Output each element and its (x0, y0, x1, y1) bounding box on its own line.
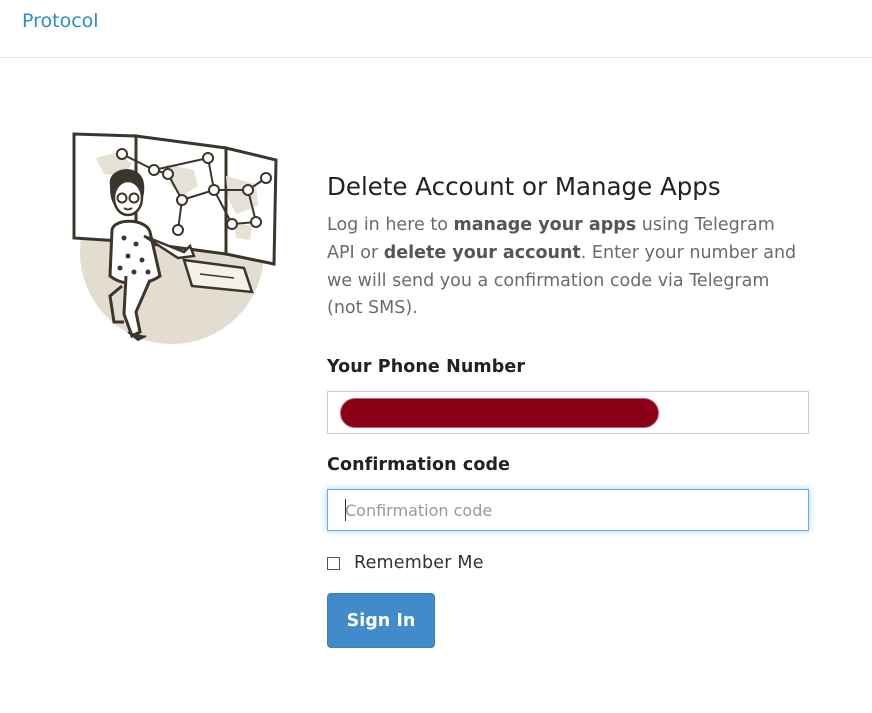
phone-number-label: Your Phone Number (327, 357, 526, 377)
remember-me-label[interactable]: Remember Me (354, 553, 484, 573)
illustration-woman-with-map-icon (72, 132, 278, 344)
login-panel: Delete Account or Manage Apps Log in her… (327, 170, 809, 648)
top-navbar: Protocol (0, 0, 872, 58)
page-title: Delete Account or Manage Apps (327, 172, 721, 201)
confirmation-code-label: Confirmation code (327, 455, 511, 475)
intro-text-part1: Log in here to (327, 215, 454, 235)
redacted-phone-number (340, 398, 659, 428)
intro-text-manage-apps: manage your apps (453, 215, 637, 235)
intro-text: Log in here to manage your apps using Te… (327, 212, 807, 323)
confirmation-code-input[interactable] (327, 489, 809, 531)
text-cursor (345, 499, 346, 521)
remember-me-checkbox[interactable] (327, 556, 340, 570)
protocol-link[interactable]: Protocol (22, 10, 99, 32)
phone-number-field[interactable] (327, 391, 809, 434)
intro-text-delete-account: delete your account (383, 242, 581, 263)
remember-me-row[interactable]: Remember Me (327, 553, 484, 573)
sign-in-button[interactable]: Sign In (327, 593, 435, 648)
